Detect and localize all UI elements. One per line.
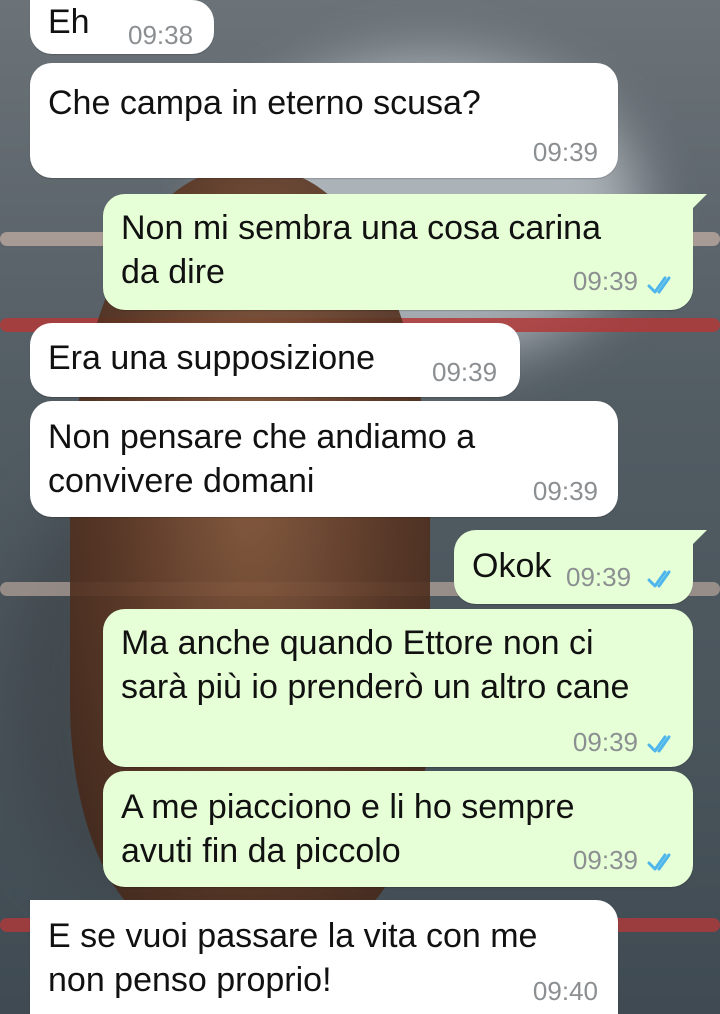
incoming-message[interactable]: Era una supposizione 09:39 bbox=[30, 323, 520, 397]
message-text: Non pensare che andiamo a convivere doma… bbox=[48, 418, 476, 500]
read-ticks-icon bbox=[647, 276, 671, 294]
outgoing-message[interactable]: Ma anche quando Ettore non ci sarà più i… bbox=[103, 609, 693, 767]
message-time: 09:39 bbox=[566, 562, 632, 592]
message-time: 09:39 bbox=[572, 845, 638, 875]
message-text: Che campa in eterno scusa? bbox=[48, 84, 481, 122]
read-ticks-icon bbox=[647, 735, 671, 753]
outgoing-message[interactable]: Okok 09:39 bbox=[454, 530, 707, 604]
outgoing-message[interactable]: Non mi sembra una cosa carina da dire 09… bbox=[103, 194, 707, 310]
message-time: 09:39 bbox=[432, 357, 498, 387]
message-time: 09:38 bbox=[128, 20, 194, 50]
message-text: Non mi sembra una cosa carina da dire bbox=[121, 209, 602, 291]
message-time: 09:39 bbox=[532, 476, 598, 506]
message-text: E se vuoi passare la vita con me non pen… bbox=[48, 917, 538, 999]
message-time: 09:39 bbox=[532, 137, 598, 167]
incoming-message[interactable]: Non pensare che andiamo a convivere doma… bbox=[30, 401, 618, 517]
message-time: 09:39 bbox=[572, 727, 638, 757]
bubble-tail bbox=[685, 194, 707, 216]
message-text: Okok bbox=[472, 547, 552, 585]
message-text: Eh bbox=[48, 3, 90, 41]
message-text: Ma anche quando Ettore non ci sarà più i… bbox=[121, 624, 630, 706]
read-ticks-icon bbox=[647, 853, 671, 871]
read-ticks-icon bbox=[647, 570, 671, 588]
message-time: 09:40 bbox=[532, 976, 598, 1006]
bubble-tail bbox=[685, 530, 707, 552]
incoming-message[interactable]: Eh 09:38 bbox=[30, 0, 214, 54]
incoming-message[interactable]: E se vuoi passare la vita con me non pen… bbox=[30, 900, 618, 1014]
message-text: A me piacciono e li ho sempre avuti fin … bbox=[121, 788, 575, 870]
outgoing-message[interactable]: A me piacciono e li ho sempre avuti fin … bbox=[103, 771, 693, 887]
message-time: 09:39 bbox=[572, 266, 638, 296]
incoming-message[interactable]: Che campa in eterno scusa? 09:39 bbox=[30, 63, 618, 178]
message-text: Era una supposizione bbox=[48, 339, 376, 377]
